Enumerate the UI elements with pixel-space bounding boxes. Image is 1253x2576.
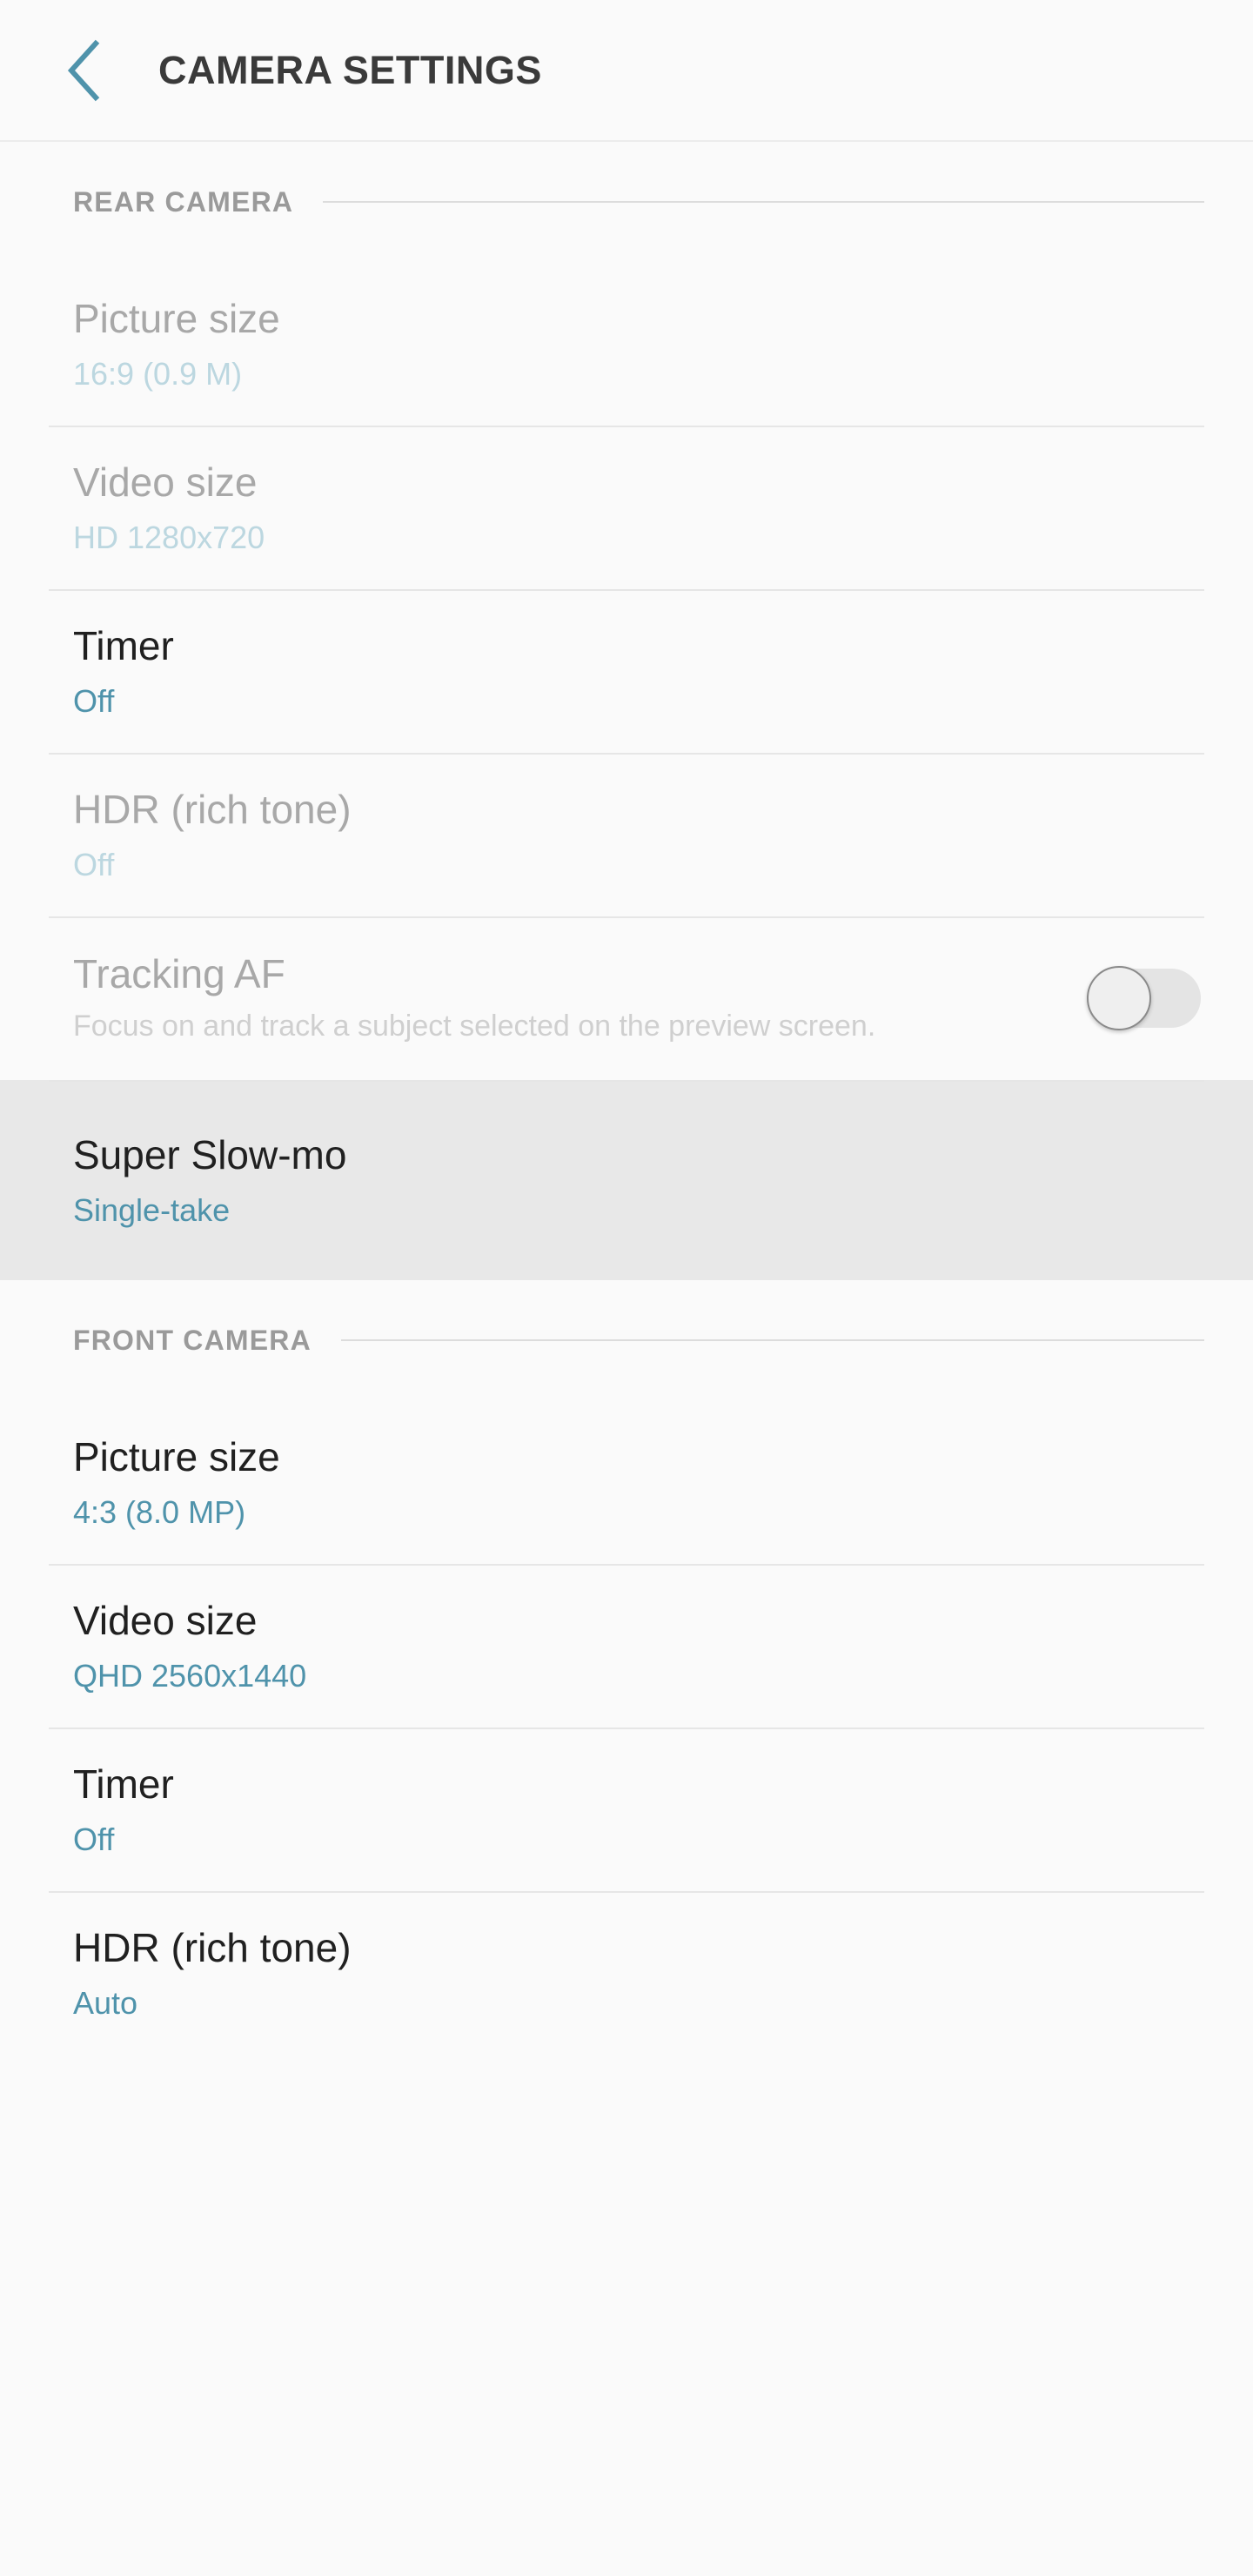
settings-row-texts: Super Slow-mo Single-take [73,1108,1201,1251]
settings-row-title: HDR (rich tone) [73,787,352,833]
settings-row-value: Off [73,682,115,719]
section-header-rule [340,1339,1204,1341]
settings-row-title: Timer [73,1761,174,1808]
settings-row[interactable]: Timer Off [0,1727,1253,1891]
settings-list: REAR CAMERA Picture size 16:9 (0.9 M) Video… [0,142,1253,2576]
settings-row-value: Off [73,846,115,882]
toggle-knob [1087,966,1151,1030]
section-header-label: REAR CAMERA [73,185,294,218]
settings-row-texts: Timer Off [73,599,1201,742]
settings-row-title: Video size [73,1598,258,1644]
settings-row-texts: Tracking AF Focus on and track a subject … [73,927,1055,1070]
back-button[interactable] [49,37,117,104]
settings-row-texts: Video size HD 1280x720 [73,435,1201,579]
settings-row[interactable]: Video size QHD 2560x1440 [0,1564,1253,1727]
settings-row-texts: Timer Off [73,1737,1201,1881]
settings-row[interactable]: Super Slow-mo Single-take [0,1080,1253,1280]
settings-row-toggle[interactable] [1087,966,1201,1030]
settings-row[interactable]: Picture size 4:3 (8.0 MP) [0,1400,1253,1564]
settings-row-value: Single-take [73,1191,231,1228]
settings-row-description: Focus on and track a subject selected on… [73,1010,876,1043]
settings-row-title: Super Slow-mo [73,1132,347,1178]
settings-row-texts: Video size QHD 2560x1440 [73,1573,1201,1717]
settings-row-texts: HDR (rich tone) Off [73,762,1201,906]
settings-row[interactable]: Video size HD 1280x720 [0,426,1253,589]
chevron-left-icon [63,38,103,103]
settings-row-value: Off [73,1821,115,1857]
settings-row-title: Video size [73,460,258,506]
section-header-rule [323,201,1204,203]
settings-row-texts: HDR (rich tone) Auto [73,1901,1201,2044]
settings-row-value: HD 1280x720 [73,519,265,555]
section-header-label: FRONT CAMERA [73,1324,312,1356]
settings-row-title: Timer [73,623,174,669]
settings-row[interactable]: Tracking AF Focus on and track a subject … [0,916,1253,1080]
settings-row[interactable]: Timer Off [0,589,1253,753]
settings-row[interactable]: Picture size 16:9 (0.9 M) [0,262,1253,426]
settings-row-title: Picture size [73,296,280,342]
settings-row-title: HDR (rich tone) [73,1925,352,1971]
camera-settings-screen: CAMERA SETTINGS REAR CAMERA Picture size 1… [0,0,1253,2576]
settings-row[interactable]: HDR (rich tone) Auto [0,1891,1253,2055]
settings-row-value: 4:3 (8.0 MP) [73,1493,246,1530]
settings-row-texts: Picture size 4:3 (8.0 MP) [73,1410,1201,1553]
settings-row-value: Auto [73,1984,138,2021]
settings-row-title: Picture size [73,1434,280,1480]
settings-row-title: Tracking AF [73,951,285,996]
section-header: REAR CAMERA [0,142,1253,262]
page-title: CAMERA SETTINGS [158,47,542,92]
section-header: FRONT CAMERA [0,1280,1253,1400]
settings-row-texts: Picture size 16:9 (0.9 M) [73,272,1201,415]
settings-row-value: 16:9 (0.9 M) [73,355,243,392]
app-bar: CAMERA SETTINGS [0,0,1253,142]
settings-row[interactable]: HDR (rich tone) Off [0,753,1253,916]
settings-row-value: QHD 2560x1440 [73,1657,307,1694]
